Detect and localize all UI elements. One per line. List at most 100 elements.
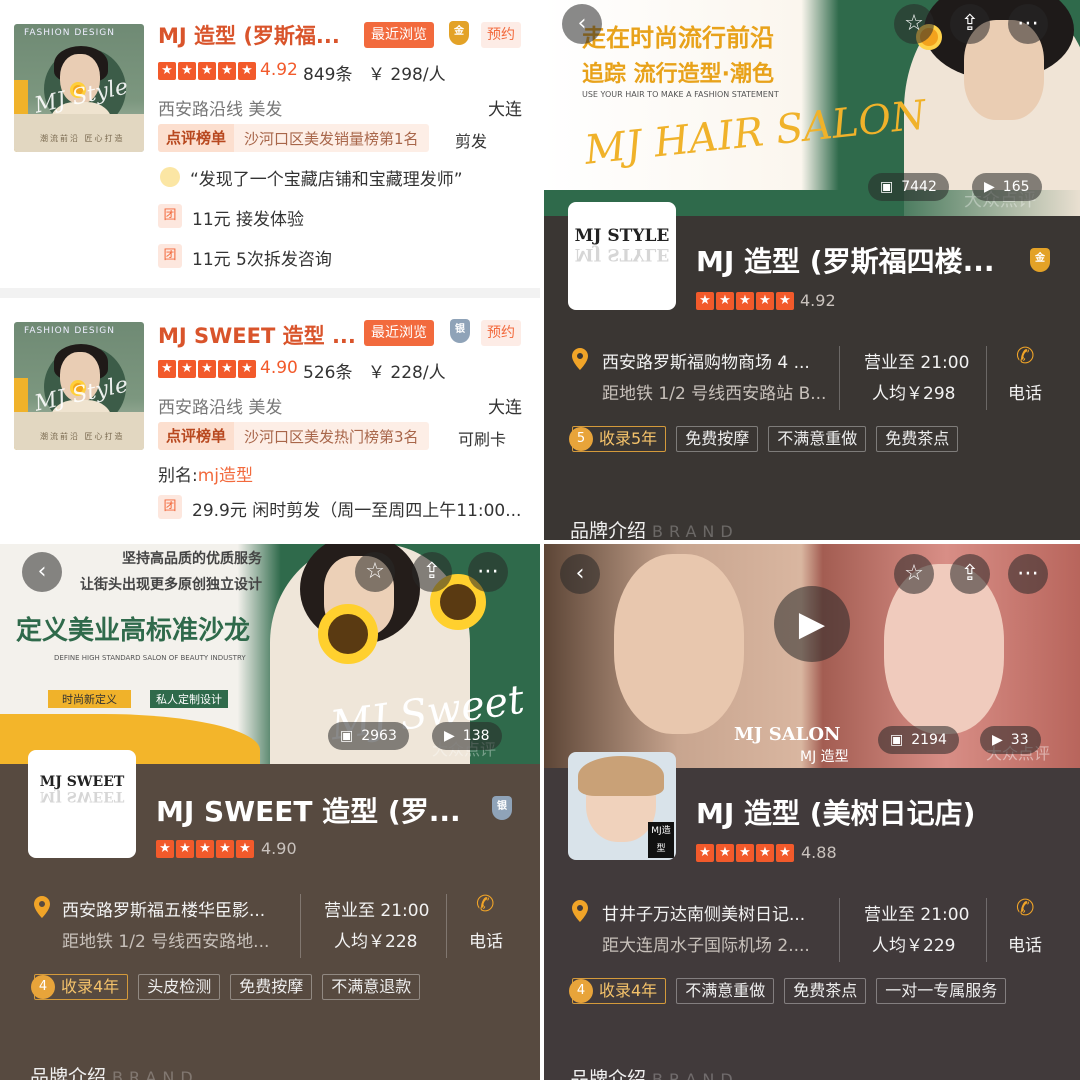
book-badge: 预约 <box>481 320 521 346</box>
ranking-badge[interactable]: 点评榜单 沙河口区美发销量榜第1名 <box>158 124 429 152</box>
hero-subheadline: 追踪 流行造型·潮色 <box>582 62 775 87</box>
share-button[interactable]: ⇪ <box>950 4 990 44</box>
shop-address[interactable]: 甘井子万达南侧美树日记... <box>602 900 805 925</box>
shop-thumbnail[interactable]: FASHION DESIGN MJ Style 潮流前沿 匠心打造 <box>14 322 144 450</box>
hero-script-logo: MJ HAIR SALON <box>582 92 929 174</box>
group-deal-icon: 团 <box>158 495 182 519</box>
screenshot-collage: FASHION DESIGN MJ Style 潮流前沿 匠心打造 MJ 造型 … <box>0 0 1080 1080</box>
more-button[interactable]: ⋯ <box>468 552 508 592</box>
deal-item[interactable]: 11元 5次拆发咨询 <box>192 245 332 270</box>
service-tag: 免费茶点 <box>784 978 867 1004</box>
rating-score: 4.90 <box>261 839 297 858</box>
service-tag: 不满意重做 <box>768 426 867 452</box>
video-icon: ▶ <box>992 732 1003 748</box>
photo-count[interactable]: ▣ 2194 <box>878 726 959 754</box>
shop-detail-panel: 走在时尚流行前沿 追踪 流行造型·潮色 USE YOUR HAIR TO MAK… <box>544 0 1080 540</box>
phone-button[interactable]: 电话 <box>1008 379 1042 404</box>
listing-card[interactable]: FASHION DESIGN MJ Style 潮流前沿 匠心打造 MJ 造型 … <box>0 0 540 288</box>
service-tag: 头皮检测 <box>138 974 221 1000</box>
star-icon: ★ <box>176 840 194 858</box>
star-rating: ★ ★ ★ ★ ★ <box>696 844 794 862</box>
phone-button[interactable]: 电话 <box>1008 931 1042 956</box>
group-deal-icon: 团 <box>158 204 182 228</box>
star-icon: ★ <box>158 360 176 378</box>
star-outline-icon: ☆ <box>904 11 924 36</box>
more-button[interactable]: ⋯ <box>1008 4 1048 44</box>
deal-item[interactable]: 11元 接发体验 <box>192 205 304 230</box>
back-button[interactable]: ‹ <box>560 554 600 594</box>
star-icon: ★ <box>236 840 254 858</box>
star-icon: ★ <box>196 840 214 858</box>
more-icon: ⋯ <box>477 559 499 584</box>
brand-intro-heading: 品牌介绍 BRAND <box>570 1068 739 1080</box>
more-button[interactable]: ⋯ <box>1008 554 1048 594</box>
hero-small-text: USE YOUR HAIR TO MAKE A FASHION STATEMEN… <box>582 90 779 99</box>
hero-chip: 时尚新定义 <box>48 690 131 708</box>
business-hours: 营业至 21:00 <box>324 901 430 921</box>
gold-medal-icon: 金 <box>449 21 469 45</box>
shop-address[interactable]: 西安路罗斯福五楼华臣影... <box>62 896 265 921</box>
thumbnail-tagline: 潮流前沿 匠心打造 <box>40 432 125 441</box>
video-count[interactable]: ▶ 165 <box>972 173 1042 201</box>
favorite-button[interactable]: ☆ <box>355 552 395 592</box>
star-icon: ★ <box>776 292 794 310</box>
review-count: 849条 <box>303 65 353 85</box>
star-icon: ★ <box>218 62 236 80</box>
phone-icon[interactable]: ✆ <box>1016 344 1034 369</box>
airport-distance[interactable]: 距大连周水子国际机场 2.... <box>602 931 810 956</box>
share-button[interactable]: ⇪ <box>412 552 452 592</box>
service-tag: 免费茶点 <box>876 426 959 452</box>
share-button[interactable]: ⇪ <box>950 554 990 594</box>
phone-button[interactable]: 电话 <box>469 927 503 952</box>
photo-count[interactable]: ▣ 7442 <box>868 173 949 201</box>
shop-name: MJ 造型 (美树日记店) <box>696 797 976 830</box>
alias-label: 别名: <box>158 466 198 486</box>
location-pin-icon <box>34 896 50 918</box>
thumbnail-caption: FASHION DESIGN <box>24 28 116 38</box>
thumbnail-tagline: 潮流前沿 匠心打造 <box>40 134 125 143</box>
video-count[interactable]: ▶ 33 <box>980 726 1041 754</box>
subway-distance[interactable]: 距地铁 1/2 号线西安路站 B... <box>602 379 826 404</box>
service-tags: 4 收录4年 不满意重做 免费茶点 一对一专属服务 <box>569 978 1007 1004</box>
back-button[interactable]: ‹ <box>562 4 602 44</box>
recent-badge: 最近浏览 <box>364 22 434 48</box>
back-button[interactable]: ‹ <box>22 552 62 592</box>
hero-headline: 坚持高品质的优质服务 <box>122 551 262 567</box>
star-icon: ★ <box>716 292 734 310</box>
shop-name[interactable]: MJ 造型 (罗斯福... <box>158 20 340 50</box>
star-icon: ★ <box>756 844 774 862</box>
service-tag: 不满意重做 <box>676 978 775 1004</box>
logo-reflection: MJ STYLE <box>574 244 670 264</box>
ranking-badge[interactable]: 点评榜单 沙河口区美发热门榜第3名 <box>158 422 429 450</box>
star-outline-icon: ☆ <box>904 561 924 586</box>
listing-card[interactable]: FASHION DESIGN MJ Style 潮流前沿 匠心打造 MJ SWE… <box>0 298 540 540</box>
listing-panel: FASHION DESIGN MJ Style 潮流前沿 匠心打造 MJ 造型 … <box>0 0 540 540</box>
chevron-left-icon: ‹ <box>577 11 587 36</box>
divider <box>986 898 987 962</box>
subway-distance[interactable]: 距地铁 1/2 号线西安路地... <box>62 927 269 952</box>
average-price: 人均￥298 <box>872 384 956 404</box>
shop-city: 大连 <box>488 398 522 418</box>
alias-value: mj造型 <box>197 466 254 486</box>
star-icon: ★ <box>696 292 714 310</box>
star-icon: ★ <box>238 360 256 378</box>
shop-name[interactable]: MJ SWEET 造型 ... <box>158 320 356 350</box>
phone-icon[interactable]: ✆ <box>1016 896 1034 921</box>
favorite-button[interactable]: ☆ <box>894 4 934 44</box>
years-listed-tag: 4 收录4年 <box>569 978 667 1004</box>
years-listed-tag: 5 收录5年 <box>569 426 667 452</box>
more-icon: ⋯ <box>1017 561 1039 586</box>
service-tag: 可刷卡 <box>458 430 507 449</box>
rating-score: 4.88 <box>801 843 837 862</box>
shop-thumbnail[interactable]: FASHION DESIGN MJ Style 潮流前沿 匠心打造 <box>14 24 144 152</box>
hero-subheadline: 让街头出现更多原创独立设计 <box>80 577 262 593</box>
video-count[interactable]: ▶ 138 <box>432 722 502 750</box>
photo-count[interactable]: ▣ 2963 <box>328 722 409 750</box>
favorite-button[interactable]: ☆ <box>894 554 934 594</box>
shop-address[interactable]: 西安路罗斯福购物商场 4 ... <box>602 348 810 373</box>
phone-icon[interactable]: ✆ <box>476 892 494 917</box>
deal-item[interactable]: 29.9元 闲时剪发（周一至周四上午11:00... <box>192 496 521 521</box>
average-price: 人均￥228 <box>334 932 418 952</box>
play-button[interactable]: ▶ <box>774 586 850 662</box>
shop-name: MJ SWEET 造型 (罗... <box>156 795 461 828</box>
